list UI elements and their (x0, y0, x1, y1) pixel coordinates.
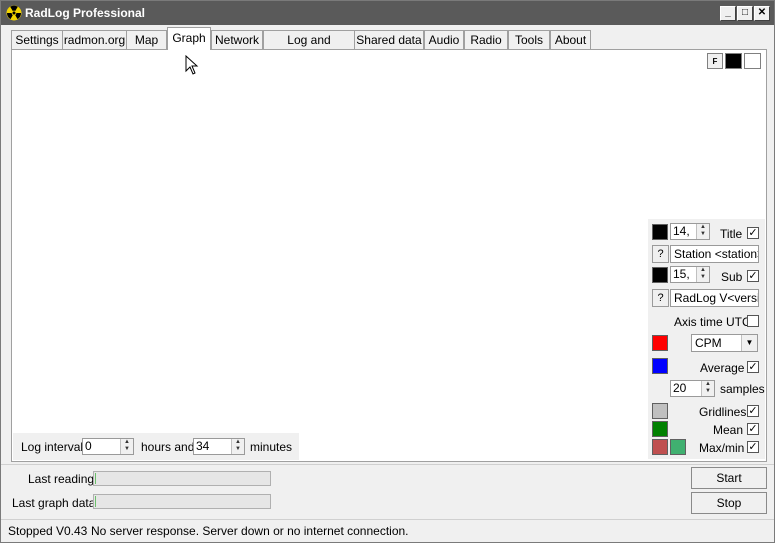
mean-label: Mean (713, 423, 744, 437)
title-color-swatch[interactable] (652, 224, 668, 240)
last-reading-label: Last reading (28, 472, 95, 486)
log-hours-value: 0 (85, 439, 92, 453)
max-min-checkbox[interactable]: ✓ (747, 441, 759, 453)
spinner-arrows-icon[interactable]: ▲ ▼ (120, 439, 133, 454)
samples-label: samples (720, 382, 765, 396)
sub-text-field[interactable]: RadLog V<versio (670, 289, 759, 307)
sub-color-swatch[interactable] (652, 267, 668, 283)
gridlines-checkbox[interactable]: ✓ (747, 405, 759, 417)
tab-graph[interactable]: Graph (167, 27, 211, 50)
tab-map[interactable]: Map (126, 30, 167, 49)
tab-settings[interactable]: Settings (11, 30, 63, 49)
font-button[interactable]: F (707, 53, 723, 69)
last-graph-data-label: Last graph data (12, 496, 96, 510)
mouse-cursor-icon (185, 55, 199, 75)
sub-checkbox[interactable]: ✓ (747, 270, 759, 282)
minimize-icon: _ (725, 7, 731, 18)
max-min-label: Max/min (699, 441, 745, 455)
tab-radmon[interactable]: radmon.org (62, 30, 127, 49)
maximize-icon: □ (741, 7, 749, 18)
main-window: RadLog Professional _ □ ✕ Settings radmo… (0, 0, 775, 543)
last-graph-data-progress (93, 494, 271, 509)
tab-radio[interactable]: Radio (464, 30, 508, 49)
status-message: No server response. Server down or no in… (91, 524, 409, 538)
title-bar: RadLog Professional _ □ ✕ (1, 1, 774, 25)
hours-and-label: hours and (141, 440, 195, 454)
sub-label: Sub (721, 270, 743, 284)
close-button[interactable]: ✕ (754, 6, 770, 21)
radiation-icon (6, 5, 22, 21)
graph-options-panel: 14, ▲▼ Title ✓ ? Station <station> i 15,… (648, 219, 765, 459)
last-reading-progress (93, 471, 271, 486)
log-interval-label: Log interval (21, 440, 84, 454)
title-font-size-spinner[interactable]: 14, ▲ ▼ (670, 223, 710, 240)
title-label: Title (720, 227, 743, 241)
tab-about[interactable]: About (550, 30, 591, 49)
close-icon: ✕ (757, 7, 767, 18)
title-checkbox[interactable]: ✓ (747, 227, 759, 239)
foreground-color-button[interactable] (725, 53, 742, 69)
tab-log-and-analysis[interactable]: Log and Analysis (263, 30, 355, 66)
mean-checkbox[interactable]: ✓ (747, 423, 759, 435)
sub-font-size-spinner[interactable]: 15, ▲ ▼ (670, 266, 710, 283)
log-interval-panel: Log interval 0 ▲ ▼ hours and 34 ▲ ▼ minute… (13, 433, 299, 460)
minutes-label: minutes (250, 440, 293, 454)
status-bar: Stopped V0.43 No server response. Server… (1, 519, 774, 543)
title-help-button[interactable]: ? (652, 245, 669, 263)
maximize-button[interactable]: □ (737, 6, 753, 21)
minimize-button[interactable]: _ (720, 6, 736, 21)
gridlines-color-swatch[interactable] (652, 403, 668, 419)
mean-color-swatch[interactable] (652, 421, 668, 437)
max-color-swatch[interactable] (652, 439, 668, 455)
series-color-swatch[interactable] (652, 335, 668, 351)
sub-font-size-value: 15, (673, 267, 690, 281)
spinner-arrows-icon[interactable]: ▲ ▼ (701, 381, 714, 396)
divider (1, 464, 774, 465)
sub-help-button[interactable]: ? (652, 289, 669, 307)
unit-select[interactable]: CPM ▼ (691, 334, 758, 352)
spinner-arrows-icon[interactable]: ▲ ▼ (696, 224, 709, 239)
gridlines-label: Gridlines (699, 405, 747, 419)
status-state: Stopped (8, 524, 53, 538)
title-font-size-value: 14, (673, 224, 690, 238)
tab-tools[interactable]: Tools (508, 30, 550, 49)
min-color-swatch[interactable] (670, 439, 686, 455)
spinner-arrows-icon[interactable]: ▲ ▼ (231, 439, 244, 454)
log-hours-spinner[interactable]: 0 ▲ ▼ (82, 438, 134, 455)
samples-spinner[interactable]: 20 ▲ ▼ (670, 380, 715, 397)
average-label: Average (700, 361, 745, 375)
tab-shared-data[interactable]: Shared data (354, 30, 424, 49)
status-version: V0.43 (56, 524, 88, 538)
chevron-down-icon[interactable]: ▼ (741, 335, 757, 351)
unit-select-value: CPM (695, 336, 722, 350)
axis-time-utc-label: Axis time UTC (674, 315, 751, 329)
samples-value: 20 (673, 381, 687, 395)
average-color-swatch[interactable] (652, 358, 668, 374)
window-title: RadLog Professional (25, 6, 146, 20)
title-text-field[interactable]: Station <station> i (670, 245, 759, 263)
tab-network[interactable]: Network (211, 30, 263, 49)
spinner-arrows-icon[interactable]: ▲ ▼ (696, 267, 709, 282)
start-button[interactable]: Start (691, 467, 767, 489)
stop-button[interactable]: Stop (691, 492, 767, 514)
tab-audio[interactable]: Audio (424, 30, 464, 49)
background-color-button[interactable] (744, 53, 761, 69)
axis-time-utc-checkbox[interactable] (747, 315, 759, 327)
log-minutes-value: 34 (196, 439, 210, 453)
average-checkbox[interactable]: ✓ (747, 361, 759, 373)
log-minutes-spinner[interactable]: 34 ▲ ▼ (193, 438, 245, 455)
